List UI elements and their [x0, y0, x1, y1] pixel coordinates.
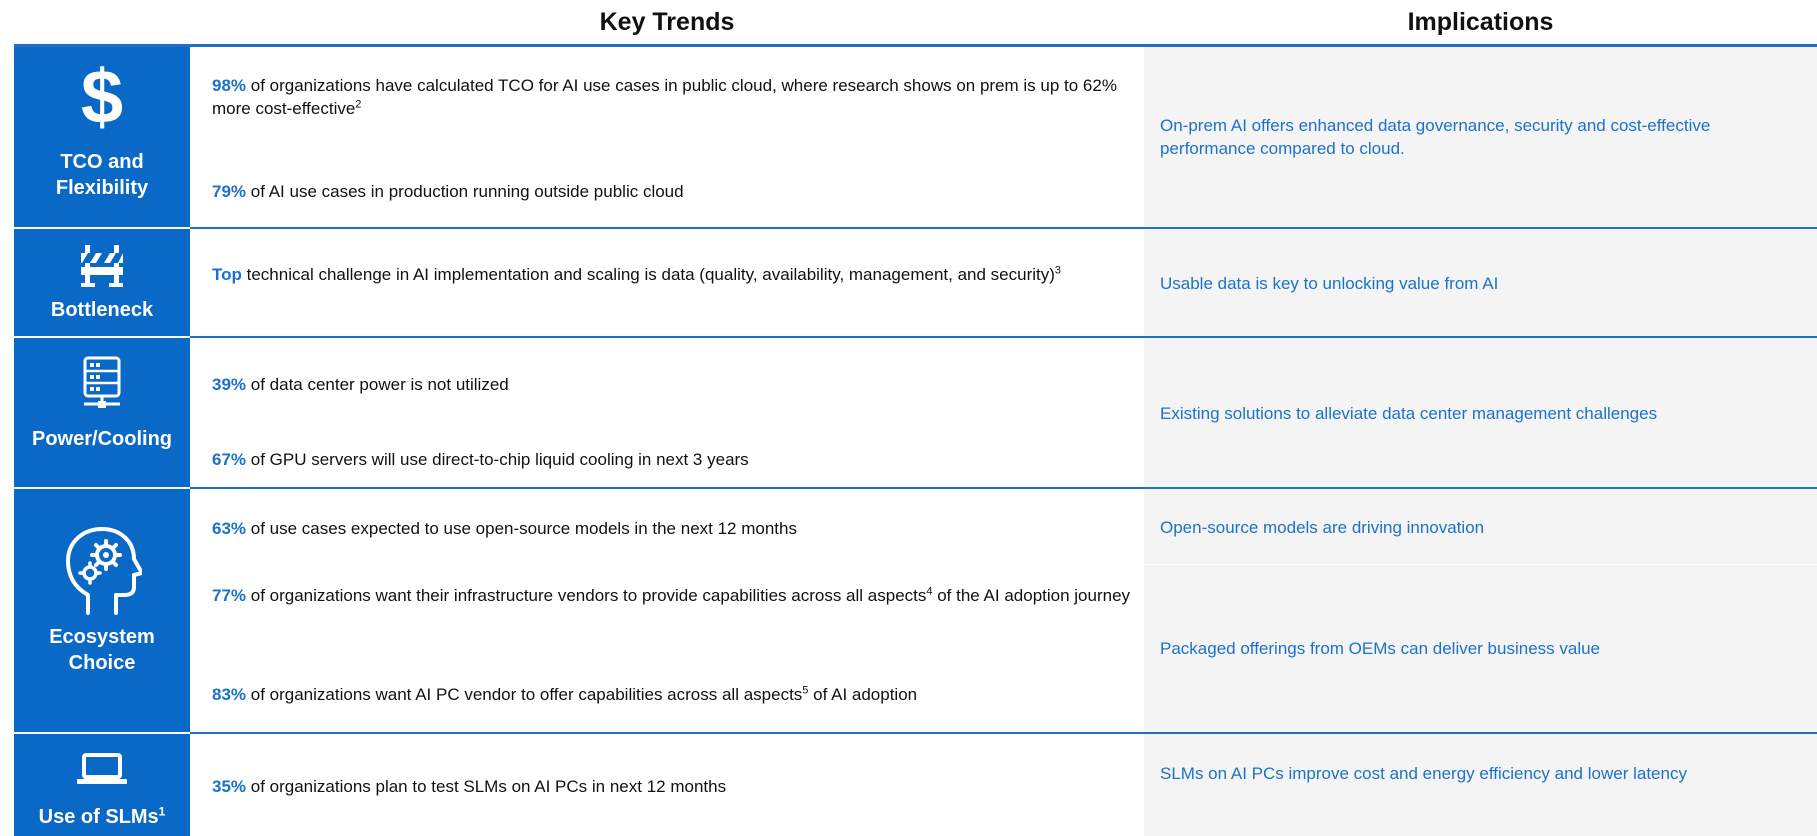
category-label: Use of SLMs1 — [38, 804, 166, 828]
trend-item: 77% of organizations want their infrastr… — [212, 585, 1131, 605]
header-key-trends: Key Trends — [599, 8, 735, 36]
category-bottleneck: Bottleneck — [14, 229, 190, 336]
implication-panel — [1144, 734, 1817, 836]
roadblock-icon — [14, 243, 190, 287]
trend-item: Top technical challenge in AI implementa… — [212, 264, 1062, 284]
category-label: Ecosystem Choice — [49, 626, 155, 674]
trend-item: 35% of organizations plan to test SLMs o… — [212, 777, 727, 796]
trend-item: 67% of GPU servers will use direct-to-ch… — [212, 450, 749, 469]
implication-divider — [1144, 564, 1817, 565]
category-use-of-slms: Use of SLMs1 — [14, 734, 190, 836]
implication-text: Packaged offerings from OEMs can deliver… — [1160, 639, 1601, 658]
dollar-icon: $ — [14, 59, 190, 135]
category-ecosystem-choice: Ecosystem Choice — [14, 489, 190, 732]
trend-item: 79% of AI use cases in production runnin… — [212, 182, 684, 201]
head-gears-icon — [14, 525, 190, 617]
header-implications: Implications — [1407, 8, 1554, 36]
implication-text: SLMs on AI PCs improve cost and energy e… — [1160, 764, 1687, 783]
server-icon — [14, 356, 190, 410]
category-power-cooling: Power/Cooling — [14, 338, 190, 487]
category-tco-flexibility: $ TCO and Flexibility — [14, 47, 190, 227]
implication-text: On-prem AI offers enhanced data governan… — [1160, 116, 1711, 158]
category-label: TCO and Flexibility — [55, 151, 149, 199]
trend-item: 83% of organizations want AI PC vendor t… — [212, 684, 918, 704]
row-divider — [190, 227, 1817, 229]
trend-item: 63% of use cases expected to use open-so… — [212, 519, 797, 538]
implication-text: Existing solutions to alleviate data cen… — [1160, 404, 1658, 423]
row-divider — [190, 487, 1817, 489]
implication-text: Open-source models are driving innovatio… — [1160, 518, 1485, 537]
row-divider — [190, 336, 1817, 338]
category-label: Power/Cooling — [32, 428, 172, 450]
laptop-icon — [14, 752, 190, 786]
trend-item: 98% of organizations have calculated TCO… — [212, 76, 1117, 118]
trend-item: 39% of data center power is not utilized — [212, 375, 509, 394]
svg-text:$: $ — [81, 59, 123, 135]
implication-text: Usable data is key to unlocking value fr… — [1160, 274, 1499, 293]
row-divider — [190, 732, 1817, 734]
category-label: Bottleneck — [50, 299, 154, 321]
